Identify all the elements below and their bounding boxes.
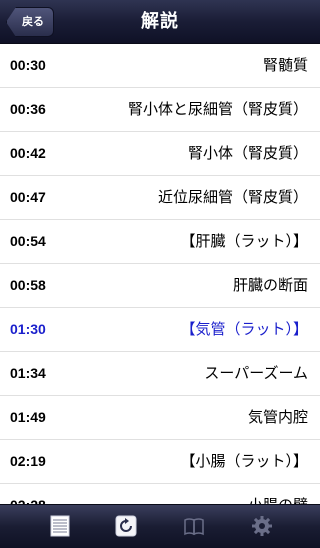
list-item[interactable]: 02:28 小腸の壁	[0, 484, 320, 504]
list-item[interactable]: 00:54 【肝臓（ラット）】	[0, 220, 320, 264]
timestamp: 01:34	[10, 365, 46, 381]
page-title: 解説	[141, 11, 179, 32]
item-label: 腎髄質	[262, 56, 308, 74]
timestamp: 01:49	[10, 409, 46, 425]
item-label: 【肝臓（ラット）】	[180, 232, 308, 250]
item-label: スーパーズーム	[204, 364, 308, 382]
list-item[interactable]: 00:47 近位尿細管（腎皮質）	[0, 176, 320, 220]
list-item[interactable]: 01:49 気管内腔	[0, 396, 320, 440]
list-item[interactable]: 02:19 【小腸（ラット）】	[0, 440, 320, 484]
list-item[interactable]: 00:42 腎小体（腎皮質）	[0, 132, 320, 176]
toolbar	[0, 504, 320, 548]
item-label: 【気管（ラット）】	[180, 320, 308, 338]
item-label: 近位尿細管（腎皮質）	[157, 188, 308, 206]
timestamp: 02:19	[10, 453, 46, 469]
gear-icon[interactable]	[250, 514, 274, 538]
item-label: 小腸の壁	[248, 484, 308, 504]
list-item-active[interactable]: 01:30 【気管（ラット）】	[0, 308, 320, 352]
timestamp: 00:30	[10, 57, 46, 73]
timestamp: 00:42	[10, 145, 46, 161]
list-item[interactable]: 00:36 腎小体と尿細管（腎皮質）	[0, 88, 320, 132]
chapter-list: 00:30 腎髄質 00:36 腎小体と尿細管（腎皮質） 00:42 腎小体（腎…	[0, 44, 320, 504]
timestamp: 02:28	[10, 484, 46, 504]
list-item[interactable]: 00:30 腎髄質	[0, 44, 320, 88]
list-item[interactable]: 01:34 スーパーズーム	[0, 352, 320, 396]
item-label: 腎小体（腎皮質）	[187, 144, 308, 162]
timestamp: 01:30	[10, 321, 46, 337]
timestamp: 00:47	[10, 189, 46, 205]
refresh-icon[interactable]	[114, 514, 138, 538]
navigation-bar: 戻る 解説	[0, 0, 320, 44]
list-item[interactable]: 00:58 肝臓の断面	[0, 264, 320, 308]
timestamp: 00:54	[10, 233, 46, 249]
item-label: 気管内腔	[247, 408, 308, 426]
list-icon[interactable]	[48, 514, 72, 538]
timestamp: 00:58	[10, 277, 46, 293]
book-icon[interactable]	[182, 514, 206, 538]
item-label: 腎小体と尿細管（腎皮質）	[127, 100, 308, 118]
item-label: 【小腸（ラット）】	[180, 452, 308, 470]
timestamp: 00:36	[10, 101, 46, 117]
item-label: 肝臓の断面	[232, 276, 308, 294]
